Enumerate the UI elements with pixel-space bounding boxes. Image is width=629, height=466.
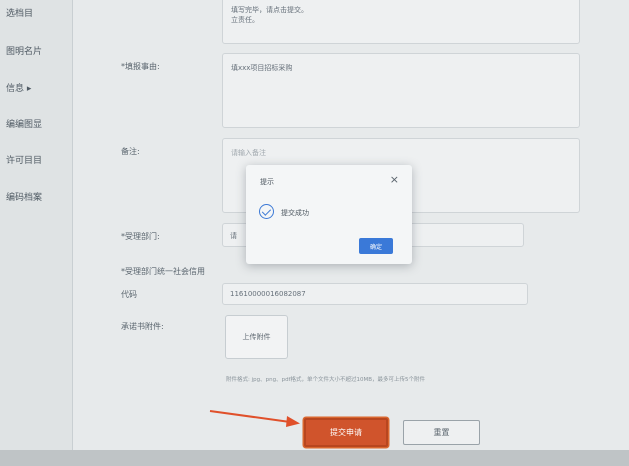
- close-icon[interactable]: ×: [390, 174, 399, 185]
- sidebar-item-2[interactable]: 图明名片: [6, 44, 42, 57]
- matter-label: *填报事由:: [121, 62, 160, 71]
- matter-textarea[interactable]: 填xxx项目招标采购: [222, 53, 580, 128]
- arrow-right-icon: [209, 410, 300, 427]
- reset-button[interactable]: 重置: [403, 420, 480, 445]
- matter-value: 填xxx项目招标采购: [231, 64, 293, 72]
- submit-button[interactable]: 提交申请: [304, 418, 388, 447]
- credit-label-line1: *受理部门统一社会信用: [121, 267, 205, 276]
- sidebar-item-5[interactable]: 许可目目: [6, 153, 42, 166]
- dept-value: 请: [230, 232, 237, 240]
- sidebar: 选档目 图明名片 信息 ▸ 编编图显 许可目目 编码档案: [0, 0, 73, 450]
- sidebar-item-3[interactable]: 信息 ▸: [6, 81, 31, 94]
- remark-placeholder: 请输入备注: [231, 149, 266, 157]
- remark-label: 备注:: [121, 147, 140, 156]
- credit-input[interactable]: 11610000016082087: [222, 283, 528, 305]
- dialog-title: 提示: [260, 178, 274, 186]
- upload-button[interactable]: 上传附件: [225, 315, 288, 359]
- sidebar-item-6[interactable]: 编码档案: [6, 190, 42, 203]
- credit-value: 11610000016082087: [230, 290, 306, 298]
- upload-hint: 附件格式: jpg、png、pdf格式，单个文件大小不超过10MB，最多可上传5…: [226, 377, 426, 383]
- sidebar-item-1[interactable]: 选档目: [6, 6, 33, 19]
- dialog-message: 提交成功: [281, 209, 309, 217]
- top-text-1: 填写完毕，请点击提交。: [231, 6, 308, 14]
- check-circle-icon: [259, 204, 274, 219]
- top-textarea[interactable]: 填写完毕，请点击提交。 立责任。: [222, 0, 580, 44]
- attachment-label: 承诺书附件:: [121, 322, 164, 331]
- sidebar-item-4[interactable]: 编编图显: [6, 117, 42, 130]
- photo-bottom-edge: [0, 450, 629, 466]
- dept-label: *受理部门:: [121, 232, 160, 241]
- credit-label-line2: 代码: [121, 290, 137, 299]
- ok-button[interactable]: 确定: [359, 238, 393, 254]
- top-text-2: 立责任。: [231, 16, 259, 24]
- success-dialog: 提示 × 提交成功 确定: [246, 165, 412, 264]
